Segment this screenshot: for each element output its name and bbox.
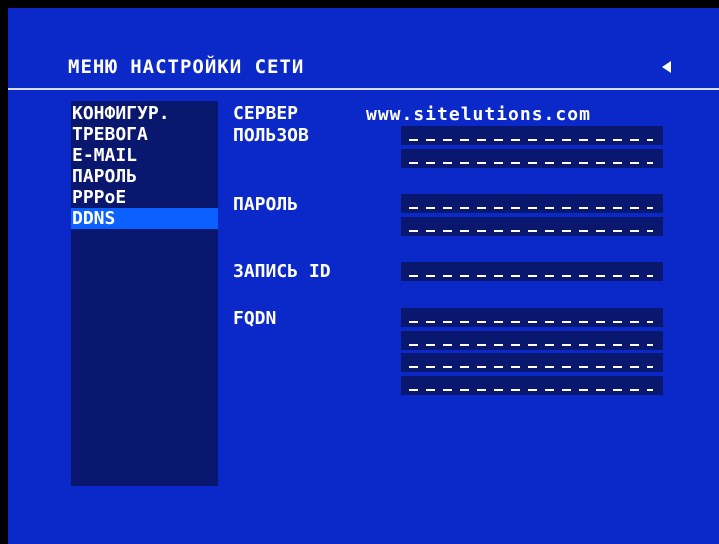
user-field-line2[interactable] <box>401 149 663 168</box>
sidebar-item-email[interactable]: E-MAIL <box>71 145 218 166</box>
record-id-field[interactable] <box>401 262 663 281</box>
back-arrow-icon[interactable] <box>662 61 671 73</box>
user-label: ПОЛЬЗОВ <box>233 125 309 146</box>
fqdn-field-line1[interactable] <box>401 308 663 327</box>
sidebar-item-password[interactable]: ПАРОЛЬ <box>71 166 218 187</box>
fqdn-field-line2[interactable] <box>401 331 663 350</box>
title-bar: МЕНЮ НАСТРОЙКИ СЕТИ <box>8 8 719 86</box>
password-field-line2[interactable] <box>401 217 663 236</box>
server-label: СЕРВЕР <box>233 103 299 124</box>
password-label: ПАРОЛЬ <box>233 194 299 215</box>
ddns-settings-screen: МЕНЮ НАСТРОЙКИ СЕТИ КОНФИГУР. ТРЕВОГА E-… <box>8 8 719 544</box>
sidebar-item-alarm[interactable]: ТРЕВОГА <box>71 124 218 145</box>
record-id-label: ЗАПИСЬ ID <box>233 261 331 282</box>
settings-sidebar: КОНФИГУР. ТРЕВОГА E-MAIL ПАРОЛЬ PPPoE DD… <box>71 101 218 486</box>
fqdn-field-line3[interactable] <box>401 353 663 372</box>
sidebar-item-config[interactable]: КОНФИГУР. <box>71 103 218 124</box>
fqdn-label: FQDN <box>233 308 277 329</box>
title-divider <box>8 88 719 90</box>
server-value[interactable]: www.sitelutions.com <box>366 104 591 125</box>
fqdn-field-line4[interactable] <box>401 376 663 395</box>
password-field-line1[interactable] <box>401 194 663 213</box>
page-title: МЕНЮ НАСТРОЙКИ СЕТИ <box>68 56 305 78</box>
sidebar-item-ddns[interactable]: DDNS <box>71 208 218 229</box>
sidebar-item-pppoe[interactable]: PPPoE <box>71 187 218 208</box>
user-field-line1[interactable] <box>401 126 663 145</box>
